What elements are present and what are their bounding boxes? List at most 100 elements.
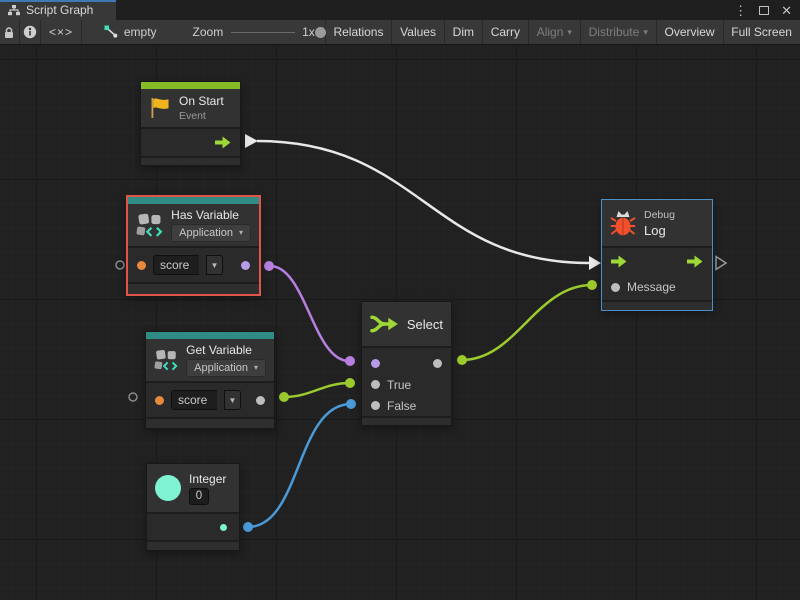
wire-endpoint-dot[interactable]: [264, 261, 274, 271]
zoom-slider[interactable]: [231, 26, 295, 38]
node-debug-log[interactable]: Debug Log Message: [601, 199, 713, 311]
flag-icon: [149, 96, 171, 120]
port-label-message: Message: [627, 280, 676, 294]
flow-output-port[interactable]: [215, 136, 231, 149]
node-title: Select: [407, 317, 443, 332]
lock-button[interactable]: [0, 20, 19, 44]
node-select[interactable]: Select True False: [361, 301, 452, 426]
node-title: Log: [644, 223, 675, 238]
chevron-down-icon: ▾: [567, 28, 572, 37]
overview-button[interactable]: Overview: [657, 20, 723, 44]
node-footer: [128, 284, 259, 294]
tab-script-graph[interactable]: Script Graph: [0, 0, 116, 20]
tab-bar: Script Graph ⋮ ✕: [0, 0, 800, 20]
carry-button[interactable]: Carry: [483, 20, 528, 44]
port-true-input[interactable]: [371, 380, 380, 389]
info-button[interactable]: [19, 20, 40, 44]
flow-input-port[interactable]: [611, 255, 627, 268]
port-message-input[interactable]: [611, 283, 620, 292]
script-graph-window: Script Graph ⋮ ✕ <×>: [0, 0, 800, 600]
wire-select-to-message[interactable]: [462, 285, 592, 360]
bug-icon: [610, 209, 636, 237]
node-category: Debug: [644, 209, 675, 221]
variable-name-dropdown[interactable]: ▼: [206, 255, 223, 275]
node-on-start[interactable]: On Start Event: [140, 81, 241, 166]
chevron-down-icon: ▾: [254, 364, 258, 372]
tab-title: Script Graph: [26, 3, 93, 17]
code-preview-button[interactable]: <×>: [41, 20, 81, 44]
wire-endpoint-dot[interactable]: [346, 399, 356, 409]
chevron-down-icon: ▾: [643, 28, 648, 37]
port-target-input[interactable]: [137, 261, 146, 270]
node-has-variable[interactable]: Has Variable Application▾ ▼: [126, 195, 261, 296]
node-title: Has Variable: [171, 208, 251, 222]
unconnected-port-ring[interactable]: [116, 261, 124, 269]
node-title: Integer: [189, 472, 226, 486]
toolbar-separator: [81, 20, 82, 44]
scope-dropdown[interactable]: Application▾: [171, 224, 251, 242]
variable-color-bar: [128, 197, 259, 204]
port-value-output[interactable]: [256, 396, 265, 405]
node-footer: [141, 158, 240, 165]
inspector-status: empty: [104, 25, 157, 39]
relations-button[interactable]: Relations: [325, 20, 391, 44]
node-footer: [147, 542, 239, 550]
node-subtitle: Event: [179, 110, 224, 122]
dim-button[interactable]: Dim: [445, 20, 482, 44]
lock-icon: [3, 26, 15, 39]
distribute-dropdown: Distribute▾: [581, 20, 656, 44]
close-icon[interactable]: ✕: [781, 4, 792, 17]
variable-name-dropdown[interactable]: ▼: [224, 390, 241, 410]
integer-literal-icon: [155, 475, 181, 501]
kebab-menu-icon[interactable]: ⋮: [734, 4, 747, 17]
port-result-output[interactable]: [241, 261, 250, 270]
zoom-slider-track: [231, 32, 295, 34]
zoom-value: 1x: [302, 25, 315, 39]
wire-endpoint-dot[interactable]: [587, 280, 597, 290]
variable-name-field[interactable]: [171, 390, 217, 410]
selection-label: empty: [124, 25, 157, 39]
window-controls: ⋮ ✕: [734, 0, 800, 20]
maximize-icon[interactable]: [759, 6, 769, 15]
wire-endpoint-dot[interactable]: [243, 522, 253, 532]
flow-source-arrow: [245, 134, 258, 148]
wire-endpoint-dot[interactable]: [279, 392, 289, 402]
fullscreen-button[interactable]: Full Screen: [723, 20, 800, 44]
wire-hasvariable-to-select[interactable]: [270, 266, 349, 361]
flow-output-port[interactable]: [687, 255, 703, 268]
select-merge-icon: [370, 313, 399, 335]
graph-toolbar: <×> empty Zoom 1x Relations Values Dim C…: [0, 20, 800, 45]
node-footer: [602, 302, 712, 310]
wire-endpoint-dot[interactable]: [345, 378, 355, 388]
scope-dropdown[interactable]: Application▾: [186, 359, 266, 377]
chevron-down-icon: ▾: [239, 229, 243, 237]
node-get-variable[interactable]: Get Variable Application▾ ▼: [145, 331, 275, 429]
port-selection-output[interactable]: [433, 359, 442, 368]
unconnected-port-ring[interactable]: [129, 393, 137, 401]
wire-onstart-to-log[interactable]: [257, 141, 589, 263]
port-condition-input[interactable]: [371, 359, 380, 368]
zoom-label: Zoom: [193, 25, 224, 39]
integer-value-field[interactable]: [189, 488, 209, 505]
wire-endpoint-dot[interactable]: [345, 356, 355, 366]
graph-canvas[interactable]: On Start Event: [0, 46, 800, 600]
values-button[interactable]: Values: [392, 20, 444, 44]
flow-continue-triangle: [716, 257, 726, 270]
port-false-input[interactable]: [371, 401, 380, 410]
port-target-input[interactable]: [155, 396, 164, 405]
variable-name-field[interactable]: [153, 255, 199, 275]
pointer-node-icon: [104, 25, 118, 39]
variables-icon: [136, 211, 163, 239]
node-integer[interactable]: Integer: [146, 463, 240, 551]
port-integer-output[interactable]: [220, 524, 227, 531]
port-label-true: True: [387, 378, 411, 392]
wire-getvariable-to-true[interactable]: [284, 383, 350, 397]
node-title: On Start: [179, 94, 224, 108]
zoom-slider-handle[interactable]: [315, 27, 326, 38]
node-title: Get Variable: [186, 343, 266, 357]
wire-endpoint-dot[interactable]: [457, 355, 467, 365]
node-footer: [146, 419, 274, 428]
port-label-false: False: [387, 399, 416, 413]
variables-icon: [154, 346, 178, 374]
flow-target-arrow: [589, 256, 601, 270]
